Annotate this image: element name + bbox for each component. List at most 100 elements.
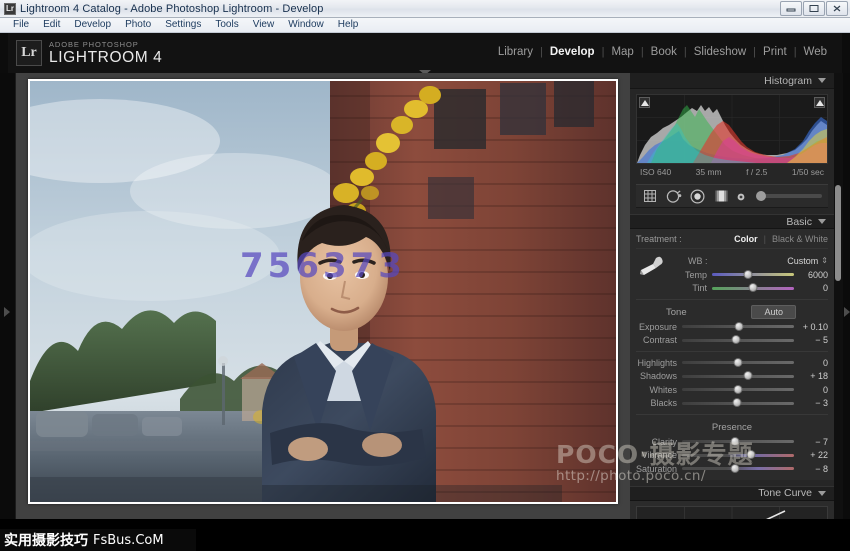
slider-track[interactable] bbox=[712, 273, 794, 276]
slider-track[interactable] bbox=[682, 325, 794, 328]
slider-knob[interactable] bbox=[731, 335, 740, 344]
section-divider bbox=[636, 414, 828, 415]
slider-exposure[interactable]: Exposure + 0.10 bbox=[636, 320, 828, 334]
red-eye-icon[interactable] bbox=[689, 188, 706, 205]
spot-removal-icon[interactable] bbox=[665, 188, 682, 205]
tone-curve-header[interactable]: Tone Curve bbox=[630, 486, 834, 501]
slider-temp[interactable]: Temp 6000 bbox=[666, 268, 828, 282]
chevron-down-icon[interactable] bbox=[818, 78, 826, 83]
menu-file[interactable]: File bbox=[6, 18, 36, 32]
slider-track[interactable] bbox=[682, 339, 794, 342]
image-viewer: 756373 Y Y bbox=[16, 73, 630, 551]
slider-clarity[interactable]: Clarity − 7 bbox=[636, 435, 828, 449]
slider-knob[interactable] bbox=[744, 371, 753, 380]
maximize-button[interactable] bbox=[803, 1, 825, 16]
slider-knob[interactable] bbox=[749, 283, 758, 292]
slider-track[interactable] bbox=[682, 375, 794, 378]
fsbus-watermark: 实用摄影技巧 FsBus.CoM bbox=[0, 529, 196, 551]
histogram-header[interactable]: Histogram bbox=[630, 73, 834, 89]
basic-panel-header[interactable]: Basic bbox=[630, 214, 834, 229]
left-panel-expand-arrow-icon[interactable] bbox=[4, 307, 10, 317]
tone-title: Tone bbox=[666, 307, 687, 318]
menu-view[interactable]: View bbox=[246, 18, 282, 32]
treatment-color-option[interactable]: Color bbox=[734, 234, 758, 244]
minimize-button[interactable] bbox=[780, 1, 802, 16]
slider-knob[interactable] bbox=[734, 385, 743, 394]
close-button[interactable] bbox=[826, 1, 848, 16]
slider-label: Tint bbox=[666, 283, 712, 293]
slider-track[interactable] bbox=[682, 388, 794, 391]
wb-preset-text: Custom bbox=[787, 256, 818, 266]
slider-contrast[interactable]: Contrast − 5 bbox=[636, 334, 828, 348]
module-book[interactable]: Book bbox=[644, 46, 684, 58]
module-web[interactable]: Web bbox=[797, 46, 834, 58]
menu-settings[interactable]: Settings bbox=[158, 18, 208, 32]
slider-shadows[interactable]: Shadows + 18 bbox=[636, 370, 828, 384]
wb-preset-row[interactable]: WB : Custom ⇕ bbox=[666, 253, 828, 268]
module-map[interactable]: Map bbox=[604, 46, 640, 58]
basic-panel-title: Basic bbox=[786, 216, 812, 228]
menu-help[interactable]: Help bbox=[331, 18, 366, 32]
right-panel-rail[interactable] bbox=[843, 73, 850, 551]
photo-frame: 756373 bbox=[28, 79, 618, 504]
targeted-adjustment-tool-icon[interactable] bbox=[813, 511, 821, 519]
module-slideshow[interactable]: Slideshow bbox=[687, 46, 753, 58]
fsbus-watermark-en: FsBus.CoM bbox=[93, 533, 164, 548]
slider-knob[interactable] bbox=[735, 322, 744, 331]
slider-knob[interactable] bbox=[734, 358, 743, 367]
chevron-down-icon[interactable] bbox=[818, 491, 826, 496]
adjustment-brush-icon[interactable] bbox=[737, 189, 751, 203]
menu-tools[interactable]: Tools bbox=[208, 18, 245, 32]
right-panel-scrollbar[interactable] bbox=[834, 73, 843, 551]
left-panel-rail[interactable] bbox=[0, 73, 16, 551]
module-print[interactable]: Print bbox=[756, 46, 794, 58]
shadow-clipping-indicator-icon[interactable] bbox=[639, 97, 650, 108]
module-library[interactable]: Library bbox=[491, 46, 540, 58]
white-balance-block: WB : Custom ⇕ Temp bbox=[636, 249, 828, 295]
slider-value: 0 bbox=[794, 358, 828, 368]
slider-knob[interactable] bbox=[744, 270, 753, 279]
presence-title: Presence bbox=[712, 422, 752, 433]
slider-knob[interactable] bbox=[730, 437, 739, 446]
slider-knob[interactable] bbox=[747, 450, 756, 459]
crop-overlay-icon[interactable] bbox=[642, 188, 658, 204]
menu-develop[interactable]: Develop bbox=[67, 18, 118, 32]
scrollbar-thumb[interactable] bbox=[835, 185, 841, 281]
chevron-down-icon[interactable] bbox=[818, 219, 826, 224]
exif-shutter: 1/50 sec bbox=[792, 167, 824, 177]
slider-track[interactable] bbox=[682, 467, 794, 470]
slider-value: − 5 bbox=[794, 335, 828, 345]
auto-tone-button[interactable]: Auto bbox=[751, 305, 796, 319]
slider-track[interactable] bbox=[712, 287, 794, 290]
slider-value: + 18 bbox=[794, 371, 828, 381]
histogram-graph[interactable] bbox=[636, 94, 828, 164]
highlight-clipping-indicator-icon[interactable] bbox=[814, 97, 825, 108]
lightroom-shell: Lr ADOBE PHOTOSHOP LIGHTROOM 4 Library |… bbox=[0, 33, 850, 551]
brush-size-slider[interactable] bbox=[760, 194, 822, 198]
slider-track[interactable] bbox=[682, 440, 794, 443]
module-develop[interactable]: Develop bbox=[543, 46, 602, 58]
tone-group-header: Tone Auto bbox=[636, 304, 828, 320]
slider-saturation[interactable]: Saturation − 8 bbox=[636, 462, 828, 476]
slider-whites[interactable]: Whites 0 bbox=[636, 383, 828, 397]
right-panel-collapse-arrow-icon[interactable] bbox=[844, 307, 850, 317]
slider-vibrance[interactable]: Vibrance + 22 bbox=[636, 449, 828, 463]
menu-photo[interactable]: Photo bbox=[118, 18, 158, 32]
updown-arrows-icon[interactable]: ⇕ bbox=[821, 257, 828, 265]
photo-artwork bbox=[30, 81, 616, 502]
white-balance-selector-icon[interactable] bbox=[636, 253, 666, 277]
treatment-bw-option[interactable]: Black & White bbox=[772, 234, 828, 244]
menu-edit[interactable]: Edit bbox=[36, 18, 67, 32]
slider-label: Temp bbox=[666, 270, 712, 280]
slider-highlights[interactable]: Highlights 0 bbox=[636, 356, 828, 370]
slider-track[interactable] bbox=[682, 402, 794, 405]
slider-knob[interactable] bbox=[730, 464, 739, 473]
slider-track[interactable] bbox=[682, 361, 794, 364]
slider-knob[interactable] bbox=[732, 398, 741, 407]
slider-track[interactable] bbox=[682, 454, 794, 457]
photo-canvas[interactable]: 756373 bbox=[30, 81, 616, 502]
menu-window[interactable]: Window bbox=[281, 18, 331, 32]
slider-blacks[interactable]: Blacks − 3 bbox=[636, 397, 828, 411]
graduated-filter-icon[interactable] bbox=[713, 188, 730, 204]
slider-tint[interactable]: Tint 0 bbox=[666, 282, 828, 296]
